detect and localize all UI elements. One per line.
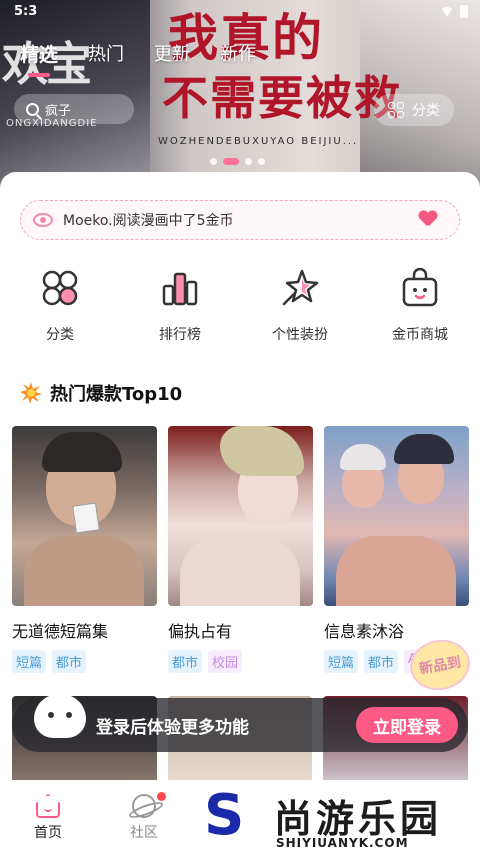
comic-tags: 都市 校园 [168,650,313,673]
quick-action-category[interactable]: 分类 [0,264,120,354]
status-time: 5:3 [14,4,38,19]
banner-dot[interactable] [258,158,265,165]
comic-card[interactable]: 偏执占有 都市 校园 [168,426,313,673]
battery-icon [460,5,468,18]
quick-action-dressup[interactable]: 个性装扮 [240,264,360,354]
tab-new[interactable]: 新作 [220,40,256,67]
comic-tags: 短篇 都市 [12,650,157,673]
nav-home[interactable]: 首页 [8,794,88,842]
comic-cover[interactable] [324,426,469,606]
comic-card[interactable]: 信息素沐浴 短篇 都市 ABO [324,426,469,673]
nav-home-label: 首页 [34,825,62,841]
comic-title[interactable]: 信息素沐浴 [324,618,469,642]
comic-cover[interactable] [168,426,313,606]
section-header: 热门爆款Top10 [20,380,182,406]
comic-tag[interactable]: 都市 [168,650,203,673]
banner-cover-title-line2: 不需要被救 [162,71,402,125]
heart-icon [419,211,437,229]
login-button[interactable]: 立即登录 [356,707,458,743]
banner-cover-title: 我真的 不需要被救 [162,8,402,128]
quick-action-coin-shop-label: 金币商城 [392,327,448,343]
home-icon [35,794,61,818]
wifi-icon [440,6,454,17]
status-bar: 5:3 [0,0,480,26]
watermark-cn: 尚游乐园 [274,797,443,841]
search-icon [26,102,39,116]
quick-action-ranking-label: 排行榜 [159,327,201,343]
burst-icon [20,382,42,404]
coin-notice[interactable]: Moeko.阅读漫画中了5金币 [20,200,460,240]
comic-title[interactable]: 偏执占有 [168,618,313,642]
comic-tag[interactable]: 都市 [364,650,399,673]
tab-featured[interactable]: 精选 [20,40,58,77]
cover-figure-hair-2 [340,444,386,470]
banner-dot-active[interactable] [223,158,239,165]
grid-icon [388,102,404,118]
nav-community-label: 社区 [130,825,158,841]
comic-tag[interactable]: 校园 [208,650,243,673]
watermark-en: SHIYIUANYK.COM [276,836,409,850]
top-tabs: 精选 热门 更新 新作 [20,40,256,77]
top10-list: 无道德短篇集 短篇 都市 偏执占有 都市 校园 信息素沐浴 短篇 都市 [12,426,469,673]
search-input[interactable]: 疯子 [14,94,134,124]
banner-dot[interactable] [245,158,252,165]
comic-cover[interactable] [12,426,157,606]
quick-actions: 分类 排行榜 个性装扮 金币商城 [0,264,480,354]
planet-icon [132,794,156,818]
comic-card[interactable]: 无道德短篇集 短篇 都市 [12,426,157,673]
hero-banner[interactable]: 欢宝 ONGXIDANGDIE 我真的 不需要被救 WOZHENDEBUXUYA… [0,0,480,190]
mascot-icon [34,694,86,738]
tab-hot[interactable]: 热门 [88,40,124,67]
notification-dot [157,792,166,801]
cover-prop [72,502,100,534]
quick-action-dressup-label: 个性装扮 [272,327,328,343]
quick-action-ranking[interactable]: 排行榜 [120,264,240,354]
site-watermark: S 尚游乐园 SHIYIUANYK.COM [200,786,480,854]
comic-title[interactable]: 无道德短篇集 [12,618,157,642]
status-icons [440,5,468,18]
comic-tag[interactable]: 都市 [52,650,87,673]
section-title: 热门爆款Top10 [50,384,183,405]
quick-action-coin-shop[interactable]: 金币商城 [360,264,480,354]
eye-icon [33,213,53,227]
cover-figure-hair [42,432,122,472]
shop-bag-icon [402,268,438,307]
cover-figure-body [24,536,144,606]
comic-tag[interactable]: 短篇 [12,650,47,673]
nav-community[interactable]: 社区 [104,792,184,842]
category-button-label: 分类 [412,103,440,119]
cover-figure-hair [220,426,304,476]
banner-pagination [210,158,265,165]
category-button[interactable]: 分类 [374,94,454,126]
cover-figure-body [336,536,456,606]
coin-notice-text: Moeko.阅读漫画中了5金币 [63,213,234,229]
category-icon [42,270,78,306]
watermark-logo: S [204,783,245,848]
main-content: Moeko.阅读漫画中了5金币 分类 排行榜 个性装扮 金币商城 热门爆款Top… [0,172,480,854]
ranking-icon [162,272,198,306]
banner-dot[interactable] [210,158,217,165]
search-placeholder: 疯子 [45,103,72,119]
tab-updates[interactable]: 更新 [154,40,190,67]
cover-figure-body [180,536,300,606]
login-prompt: 登录后体验更多功能 立即登录 [12,694,468,752]
banner-cover-pinyin: WOZHENDEBUXUYAO BEIJIU... [158,136,359,147]
login-prompt-text: 登录后体验更多功能 [96,717,249,738]
cover-figure-hair [394,434,454,464]
star-wand-icon [282,269,319,306]
comic-tag[interactable]: 短篇 [324,650,359,673]
quick-action-category-label: 分类 [46,327,74,343]
